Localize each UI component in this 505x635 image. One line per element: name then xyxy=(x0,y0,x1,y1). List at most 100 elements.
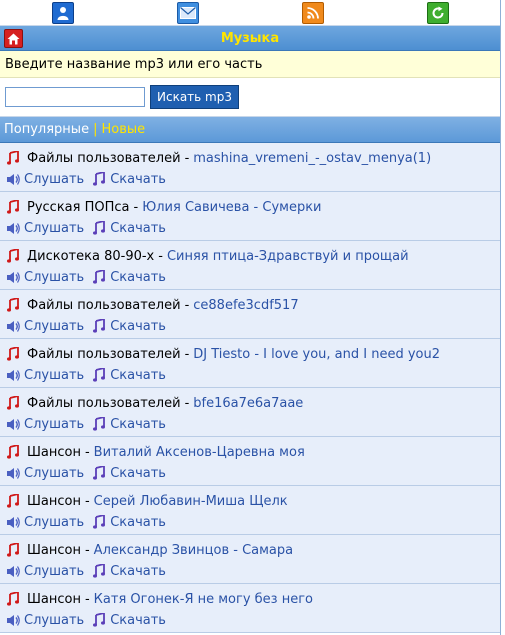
music-note-icon xyxy=(91,515,107,529)
track-category[interactable]: Русская ПОПса xyxy=(27,200,130,215)
separator-dash: - xyxy=(184,346,190,362)
track-category[interactable]: Шансон xyxy=(27,445,81,460)
page: Музыка Введите название mp3 или его част… xyxy=(0,0,501,635)
search-prompt: Введите название mp3 или его часть xyxy=(0,51,500,78)
track-title-link[interactable]: Виталий Аксенов-Царевна моя xyxy=(94,445,305,460)
music-note-icon xyxy=(91,564,107,578)
listen-link[interactable]: Слушать xyxy=(5,466,84,481)
download-link[interactable]: Скачать xyxy=(91,466,166,481)
track-category[interactable]: Дискотека 80-90-х xyxy=(27,249,154,264)
download-label: Скачать xyxy=(110,514,166,530)
listen-link[interactable]: Слушать xyxy=(5,564,84,579)
track-title-link[interactable]: DJ Tiesto - I love you, and I need you2 xyxy=(193,347,440,362)
listen-label: Слушать xyxy=(24,220,85,236)
search-input[interactable] xyxy=(5,87,145,107)
music-note-icon xyxy=(91,221,107,235)
download-link[interactable]: Скачать xyxy=(91,270,166,285)
separator-dash: - xyxy=(133,199,139,215)
speaker-icon xyxy=(5,516,21,529)
mail-icon[interactable] xyxy=(176,1,199,24)
download-link[interactable]: Скачать xyxy=(91,368,166,383)
track-category[interactable]: Файлы пользователей xyxy=(27,298,181,313)
speaker-icon xyxy=(5,614,21,627)
search-button[interactable]: Искать mp3 xyxy=(150,85,239,109)
music-note-icon xyxy=(91,368,107,382)
track-row: Файлы пользователей - bfe16a7e6a7aae Слушат… xyxy=(0,388,500,437)
listen-link[interactable]: Слушать xyxy=(5,368,84,383)
listen-label: Слушать xyxy=(24,367,85,383)
track-title-link[interactable]: Юлия Савичева - Сумерки xyxy=(142,200,321,215)
music-note-icon xyxy=(5,151,21,165)
page-title: Музыка xyxy=(220,30,280,46)
download-link[interactable]: Скачать xyxy=(91,515,166,530)
listen-link[interactable]: Слушать xyxy=(5,417,84,432)
track-row: Файлы пользователей - ce88efe3cdf517 Слушат… xyxy=(0,290,500,339)
listen-link[interactable]: Слушать xyxy=(5,221,84,236)
speaker-icon xyxy=(5,320,21,333)
track-title-link[interactable]: Серей Любавин-Миша Щелк xyxy=(94,494,288,509)
separator-dash: - xyxy=(84,542,90,558)
download-link[interactable]: Скачать xyxy=(91,221,166,236)
download-label: Скачать xyxy=(110,220,166,236)
download-label: Скачать xyxy=(110,563,166,579)
track-category[interactable]: Шансон xyxy=(27,543,81,558)
track-category[interactable]: Шансон xyxy=(27,592,81,607)
music-note-icon xyxy=(5,592,21,606)
listen-label: Слушать xyxy=(24,514,85,530)
track-row: Шансон - Виталий Аксенов-Царевна моя Слушат… xyxy=(0,437,500,486)
separator-dash: - xyxy=(84,591,90,607)
download-link[interactable]: Скачать xyxy=(91,564,166,579)
download-link[interactable]: Скачать xyxy=(91,172,166,187)
refresh-icon[interactable] xyxy=(426,1,449,24)
separator-dash: - xyxy=(184,150,190,166)
track-category[interactable]: Файлы пользователей xyxy=(27,396,181,411)
rss-icon[interactable] xyxy=(301,1,324,24)
separator-dash: - xyxy=(184,297,190,313)
listen-link[interactable]: Слушать xyxy=(5,172,84,187)
speaker-icon xyxy=(5,369,21,382)
tab-new[interactable]: Новые xyxy=(101,122,145,137)
music-note-icon xyxy=(91,417,107,431)
listen-label: Слушать xyxy=(24,563,85,579)
download-label: Скачать xyxy=(110,612,166,628)
download-link[interactable]: Скачать xyxy=(91,613,166,628)
music-note-icon xyxy=(91,466,107,480)
track-row: Дискотека 80-90-х - Синяя птица-Здравствуй… xyxy=(0,241,500,290)
track-category[interactable]: Файлы пользователей xyxy=(27,151,181,166)
music-note-icon xyxy=(91,319,107,333)
listen-link[interactable]: Слушать xyxy=(5,515,84,530)
track-title-link[interactable]: Александр Звинцов - Самара xyxy=(94,543,293,558)
listen-label: Слушать xyxy=(24,416,85,432)
track-row: Русская ПОПса - Юлия Савичева - Сумерки Слу… xyxy=(0,192,500,241)
listen-link[interactable]: Слушать xyxy=(5,270,84,285)
track-row: Шансон - Серей Любавин-Миша Щелк Слушать Ска… xyxy=(0,486,500,535)
listen-label: Слушать xyxy=(24,269,85,285)
separator-dash: - xyxy=(184,395,190,411)
speaker-icon xyxy=(5,467,21,480)
speaker-icon xyxy=(5,173,21,186)
home-icon[interactable] xyxy=(4,29,23,48)
user-icon[interactable] xyxy=(51,1,74,24)
track-row: Файлы пользователей - DJ Tiesto - I love y… xyxy=(0,339,500,388)
download-label: Скачать xyxy=(110,318,166,334)
listen-link[interactable]: Слушать xyxy=(5,613,84,628)
music-note-icon xyxy=(5,249,21,263)
listen-label: Слушать xyxy=(24,318,85,334)
track-title-link[interactable]: Синяя птица-Здравствуй и прощай xyxy=(167,249,409,264)
track-title-link[interactable]: Катя Огонек-Я не могу без него xyxy=(94,592,313,607)
track-category[interactable]: Файлы пользователей xyxy=(27,347,181,362)
track-title-link[interactable]: bfe16a7e6a7aae xyxy=(193,396,303,411)
track-title-link[interactable]: ce88efe3cdf517 xyxy=(193,298,298,313)
track-row: Шансон - Александр Звинцов - Самара Слушать… xyxy=(0,535,500,584)
track-category[interactable]: Шансон xyxy=(27,494,81,509)
listen-link[interactable]: Слушать xyxy=(5,319,84,334)
track-row: Файлы пользователей - mashina_vremeni_-_os… xyxy=(0,143,500,192)
download-label: Скачать xyxy=(110,367,166,383)
title-bar: Музыка xyxy=(0,26,500,51)
music-note-icon xyxy=(5,298,21,312)
download-link[interactable]: Скачать xyxy=(91,319,166,334)
tab-popular[interactable]: Популярные xyxy=(4,122,89,137)
track-title-link[interactable]: mashina_vremeni_-_ostav_menya(1) xyxy=(193,151,431,166)
tab-separator: | xyxy=(93,122,98,137)
download-link[interactable]: Скачать xyxy=(91,417,166,432)
